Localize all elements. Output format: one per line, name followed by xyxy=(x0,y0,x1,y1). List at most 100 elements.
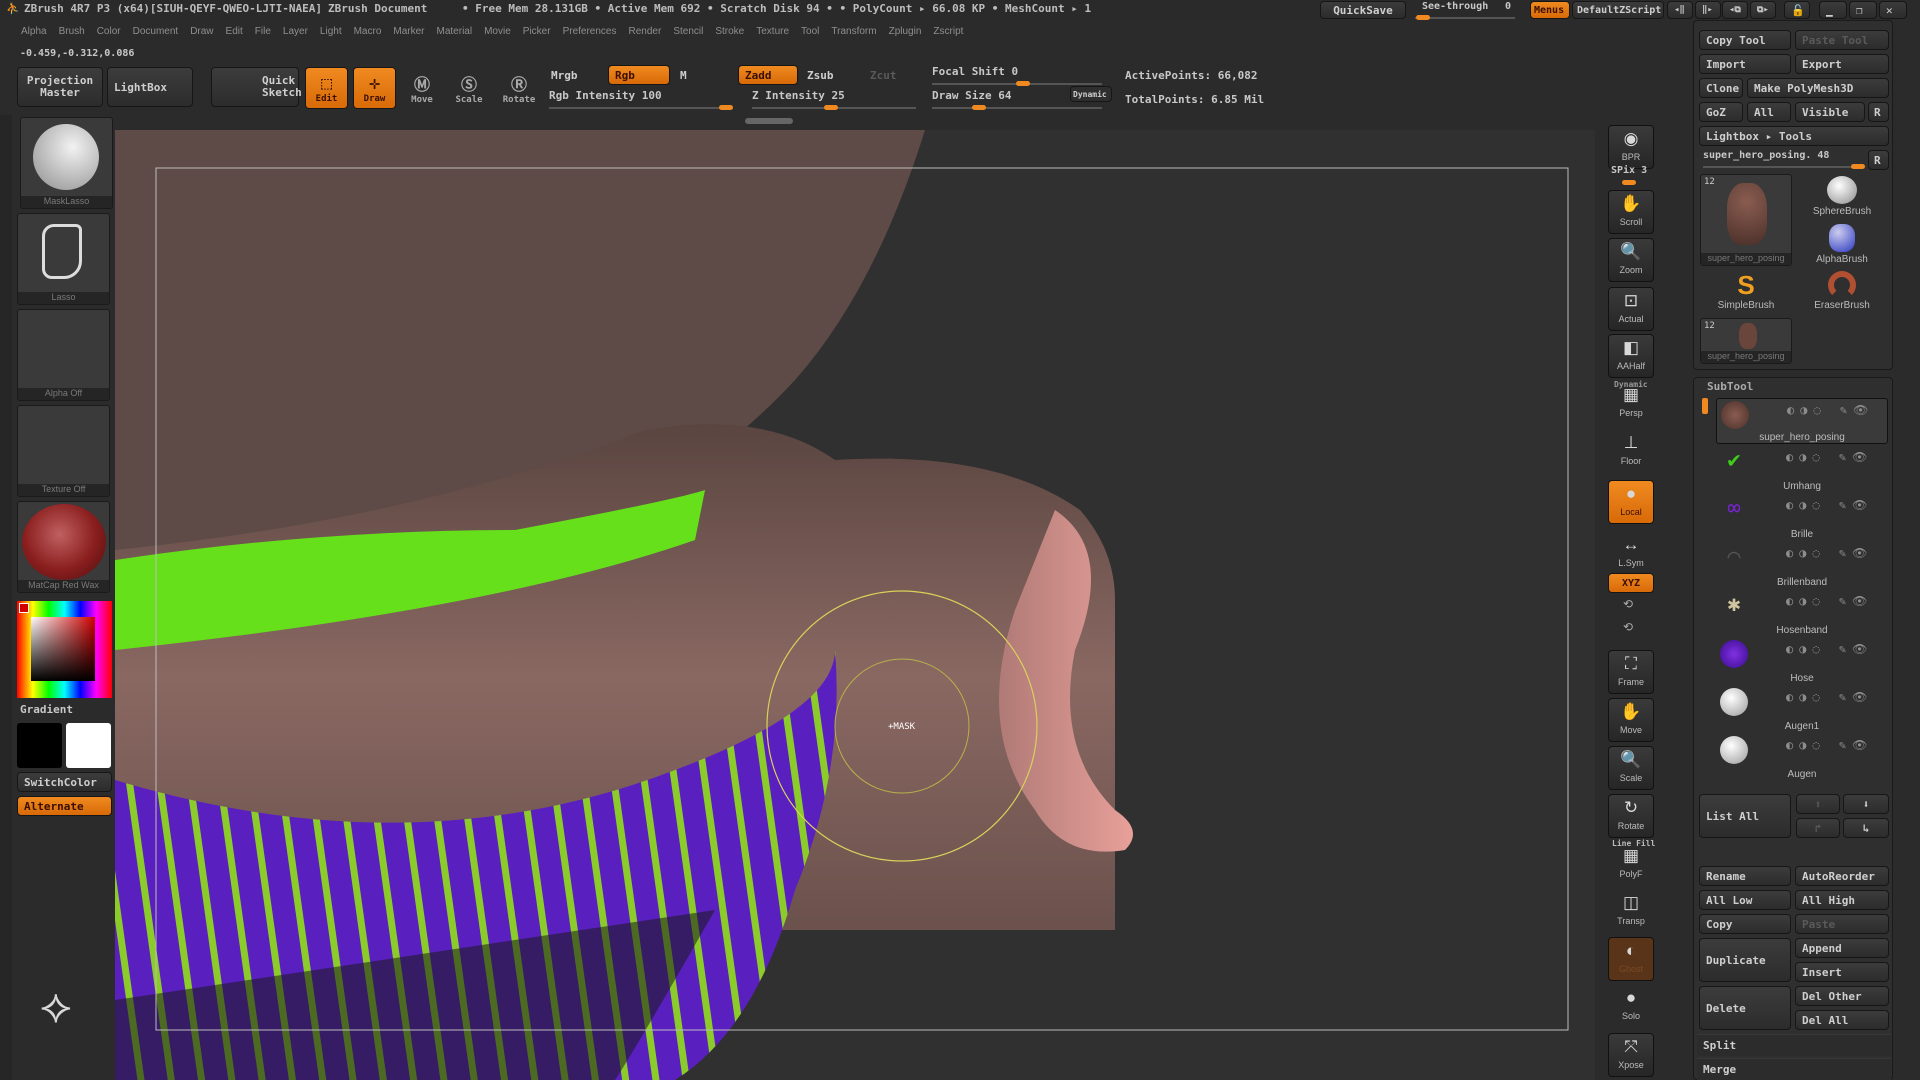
subtool-item[interactable]: ⌒ ◐◑◌ ✎👁 Brillenband xyxy=(1716,542,1888,588)
shelf-bpr-button[interactable]: ◉ BPR xyxy=(1608,125,1654,169)
goz-button[interactable]: GoZ xyxy=(1699,102,1743,122)
del-all-button[interactable]: Del All xyxy=(1795,1010,1889,1030)
scroll-right-icon[interactable]: ‖▸ xyxy=(1695,1,1721,19)
rename-button[interactable]: Rename xyxy=(1699,866,1791,886)
dynamic-button[interactable]: Dynamic xyxy=(1070,86,1112,102)
alternate-button[interactable]: Alternate xyxy=(17,796,112,816)
paste-button[interactable]: Paste xyxy=(1795,914,1889,934)
subtool-visibility-toggles[interactable]: ◐◑◌ ✎👁 xyxy=(1786,450,1873,464)
close-icon[interactable]: ✕ xyxy=(1879,1,1907,19)
toolbar-resize-handle[interactable] xyxy=(745,118,793,124)
rgb-intensity-slider[interactable] xyxy=(549,107,733,109)
subtool-item[interactable]: ✔ ◐◑◌ ✎👁 Umhang xyxy=(1716,446,1888,492)
subtool-item[interactable]: ∞ ◐◑◌ ✎👁 Brille xyxy=(1716,494,1888,540)
goz-r-button[interactable]: R xyxy=(1868,102,1889,122)
lightbox-button[interactable]: LightBox xyxy=(107,67,193,107)
minimize-icon[interactable]: ▁ xyxy=(1819,1,1847,19)
quicksave-button[interactable]: QuickSave xyxy=(1320,1,1406,19)
tool-alpha-brush[interactable]: AlphaBrush xyxy=(1796,222,1888,270)
arrow-up-right-icon[interactable]: ↱ xyxy=(1796,818,1840,838)
edit-mode-button[interactable]: ⬚ Edit xyxy=(305,67,348,109)
menu-color[interactable]: Color xyxy=(92,24,126,39)
see-through-slider[interactable] xyxy=(1415,17,1515,19)
subtool-scrollbar[interactable] xyxy=(1702,398,1708,414)
menu-document[interactable]: Document xyxy=(128,24,184,39)
see-through-knob[interactable] xyxy=(1416,15,1430,20)
shelf-floor-button[interactable]: ⊥ Floor xyxy=(1608,430,1654,474)
menu-tool[interactable]: Tool xyxy=(796,24,824,39)
secondary-color-swatch[interactable] xyxy=(66,723,111,768)
tool-eraser-brush[interactable]: EraserBrush xyxy=(1796,270,1888,318)
move-down-icon[interactable]: ⬇ xyxy=(1843,794,1889,814)
subtool-visibility-toggles[interactable]: ◐◑◌ ✎👁 xyxy=(1786,690,1873,704)
shelf-solo-button[interactable]: ● Solo xyxy=(1608,985,1654,1029)
clone-button[interactable]: Clone xyxy=(1699,78,1743,98)
shelf-actual-button[interactable]: ⊡ Actual xyxy=(1608,287,1654,331)
projection-master-button[interactable]: Projection Master xyxy=(17,67,103,107)
zadd-button[interactable]: Zadd xyxy=(738,65,798,85)
saturation-square[interactable] xyxy=(31,617,95,681)
focal-shift-knob[interactable] xyxy=(1016,81,1030,86)
copy-tool-button[interactable]: Copy Tool xyxy=(1699,30,1791,50)
paste-tool-button[interactable]: Paste Tool xyxy=(1795,30,1889,50)
layout-prev-icon[interactable]: ◂⧉ xyxy=(1722,1,1748,19)
insert-button[interactable]: Insert xyxy=(1795,962,1889,982)
move-mode-button[interactable]: Ⓜ Move xyxy=(400,67,444,109)
copy-button[interactable]: Copy xyxy=(1699,914,1791,934)
all-low-button[interactable]: All Low xyxy=(1699,890,1791,910)
all-high-button[interactable]: All High xyxy=(1795,890,1889,910)
lightbox-tools-button[interactable]: Lightbox ▸ Tools xyxy=(1699,126,1889,146)
tool-thumb-super-hero[interactable]: 12 super_hero_posing xyxy=(1700,174,1792,266)
y-symmetry-icon[interactable]: ⟲ xyxy=(1623,597,1633,611)
shelf-aahalf-button[interactable]: ◧ AAHalf xyxy=(1608,334,1654,378)
shelf-move-button[interactable]: ✋ Move xyxy=(1608,698,1654,742)
subtool-item[interactable]: ◐◑◌ ✎👁 Augen1 xyxy=(1716,686,1888,732)
menu-movie[interactable]: Movie xyxy=(479,24,516,39)
split-button[interactable]: Split xyxy=(1697,1034,1891,1056)
material-selector[interactable]: MatCap Red Wax xyxy=(17,501,110,593)
menu-macro[interactable]: Macro xyxy=(349,24,387,39)
menu-brush[interactable]: Brush xyxy=(54,24,90,39)
menu-preferences[interactable]: Preferences xyxy=(558,24,622,39)
lock-icon[interactable]: 🔓 xyxy=(1784,1,1810,19)
shelf-frame-button[interactable]: ⛶ Frame xyxy=(1608,650,1654,694)
canvas-viewport[interactable]: +MASK xyxy=(115,130,1595,1080)
menu-picker[interactable]: Picker xyxy=(518,24,556,39)
menu-transform[interactable]: Transform xyxy=(826,24,881,39)
menu-light[interactable]: Light xyxy=(315,24,347,39)
shelf-local-button[interactable]: ● Local xyxy=(1608,480,1654,524)
shelf-zoom-button[interactable]: 🔍 Zoom xyxy=(1608,238,1654,282)
restore-icon[interactable]: ❐ xyxy=(1849,1,1877,19)
z-intensity-knob[interactable] xyxy=(824,105,838,110)
make-polymesh-button[interactable]: Make PolyMesh3D xyxy=(1747,78,1889,98)
tool-sphere-brush[interactable]: SphereBrush xyxy=(1796,174,1888,222)
layout-next-icon[interactable]: ⧉▸ xyxy=(1750,1,1776,19)
menu-marker[interactable]: Marker xyxy=(388,24,429,39)
del-other-button[interactable]: Del Other xyxy=(1795,986,1889,1006)
shelf-polyf-button[interactable]: ▦ PolyF xyxy=(1608,843,1654,887)
color-picker[interactable] xyxy=(17,601,112,698)
switch-color-button[interactable]: SwitchColor xyxy=(17,772,112,792)
draw-mode-button[interactable]: ✛ Draw xyxy=(353,67,396,109)
subtool-visibility-toggles[interactable]: ◐◑◌ ✎👁 xyxy=(1786,642,1873,656)
tool-thumb-super-hero-2[interactable]: 12 super_hero_posing xyxy=(1700,318,1792,364)
arrow-down-right-icon[interactable]: ↳ xyxy=(1843,818,1889,838)
menu-material[interactable]: Material xyxy=(432,24,478,39)
rgb-button[interactable]: Rgb xyxy=(608,65,670,85)
menu-draw[interactable]: Draw xyxy=(185,24,218,39)
menu-edit[interactable]: Edit xyxy=(221,24,248,39)
merge-button[interactable]: Merge xyxy=(1697,1058,1891,1080)
shelf-rotate-button[interactable]: ↻ Rotate xyxy=(1608,794,1654,838)
default-zscript-button[interactable]: DefaultZScript xyxy=(1572,1,1664,19)
delete-button[interactable]: Delete xyxy=(1699,986,1791,1030)
goz-all-button[interactable]: All xyxy=(1747,102,1791,122)
mrgb-button[interactable]: Mrgb xyxy=(545,65,605,85)
rgb-intensity-knob[interactable] xyxy=(719,105,733,110)
brush-selector[interactable]: MaskLasso xyxy=(20,117,113,209)
spix-slider-knob[interactable] xyxy=(1622,180,1636,185)
menu-file[interactable]: File xyxy=(250,24,276,39)
shelf-transp-button[interactable]: ◫ Transp xyxy=(1608,890,1654,934)
texture-selector[interactable]: Texture Off xyxy=(17,405,110,497)
subtool-item[interactable]: ◐◑◌ ✎👁 Augen xyxy=(1716,734,1888,780)
shelf-l-sym-button[interactable]: ↔ L.Sym xyxy=(1608,532,1654,576)
